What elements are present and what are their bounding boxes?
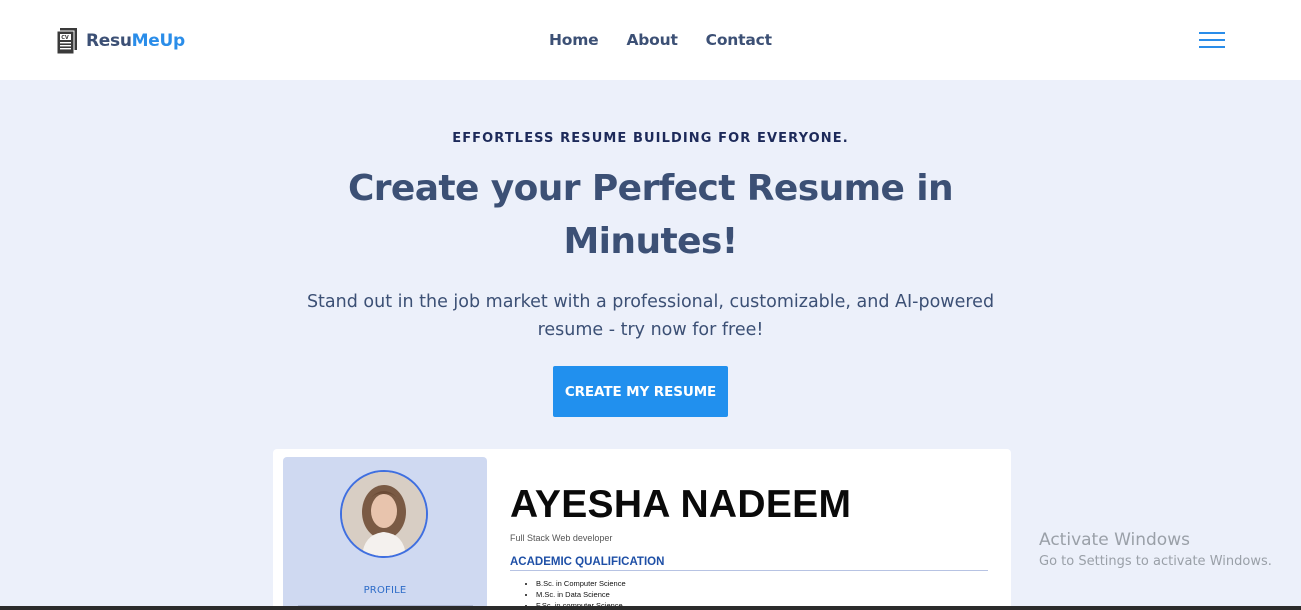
nav-link-about[interactable]: About xyxy=(626,31,677,49)
hero-subtitle: Stand out in the job market with a profe… xyxy=(306,292,995,340)
hero-section: EFFORTLESS RESUME BUILDING FOR EVERYONE.… xyxy=(0,80,1301,417)
hamburger-menu-icon[interactable] xyxy=(1199,32,1226,49)
hamburger-bar xyxy=(1199,39,1225,41)
resume-preview-card: PROFILE AYESHA NADEEM Full Stack Web dev… xyxy=(273,449,1011,610)
hero-headline: Create your Perfect Resume in Minutes! xyxy=(347,168,954,262)
hamburger-bar xyxy=(1199,46,1225,48)
navbar: CV ResuMeUp Home About Contact xyxy=(0,0,1301,80)
resume-role: Full Stack Web developer xyxy=(510,533,613,543)
profile-label: PROFILE xyxy=(363,585,407,596)
brand-logo[interactable]: CV ResuMeUp xyxy=(57,28,185,54)
avatar xyxy=(340,470,428,558)
nav-link-home[interactable]: Home xyxy=(549,31,599,49)
avatar-photo xyxy=(342,472,426,556)
nav-link-contact[interactable]: Contact xyxy=(706,31,772,49)
svg-text:CV: CV xyxy=(61,35,69,41)
windows-activation-watermark: Activate Windows Go to Settings to activ… xyxy=(1039,530,1272,569)
taskbar-edge xyxy=(0,606,1301,610)
create-resume-button[interactable]: CREATE MY RESUME xyxy=(553,366,728,417)
hamburger-bar xyxy=(1199,32,1225,34)
section-title-academic: ACADEMIC QUALIFICATION xyxy=(510,556,665,568)
hero-eyebrow: EFFORTLESS RESUME BUILDING FOR EVERYONE. xyxy=(452,131,849,146)
section-divider xyxy=(510,570,988,571)
list-item: M.Sc. in Data Science xyxy=(536,589,626,600)
main-nav: Home About Contact xyxy=(549,31,800,49)
list-item: B.Sc. in Computer Science xyxy=(536,578,626,589)
watermark-title: Activate Windows xyxy=(1039,530,1190,550)
brand-name: ResuMeUp xyxy=(86,31,185,51)
brand-name-part1: Resu xyxy=(86,31,132,51)
watermark-subtitle: Go to Settings to activate Windows. xyxy=(1039,554,1272,569)
cv-document-icon: CV xyxy=(57,28,77,54)
resume-name: AYESHA NADEEM xyxy=(510,483,852,526)
resume-sidebar: PROFILE xyxy=(283,457,487,610)
brand-name-part2: MeUp xyxy=(131,31,186,51)
